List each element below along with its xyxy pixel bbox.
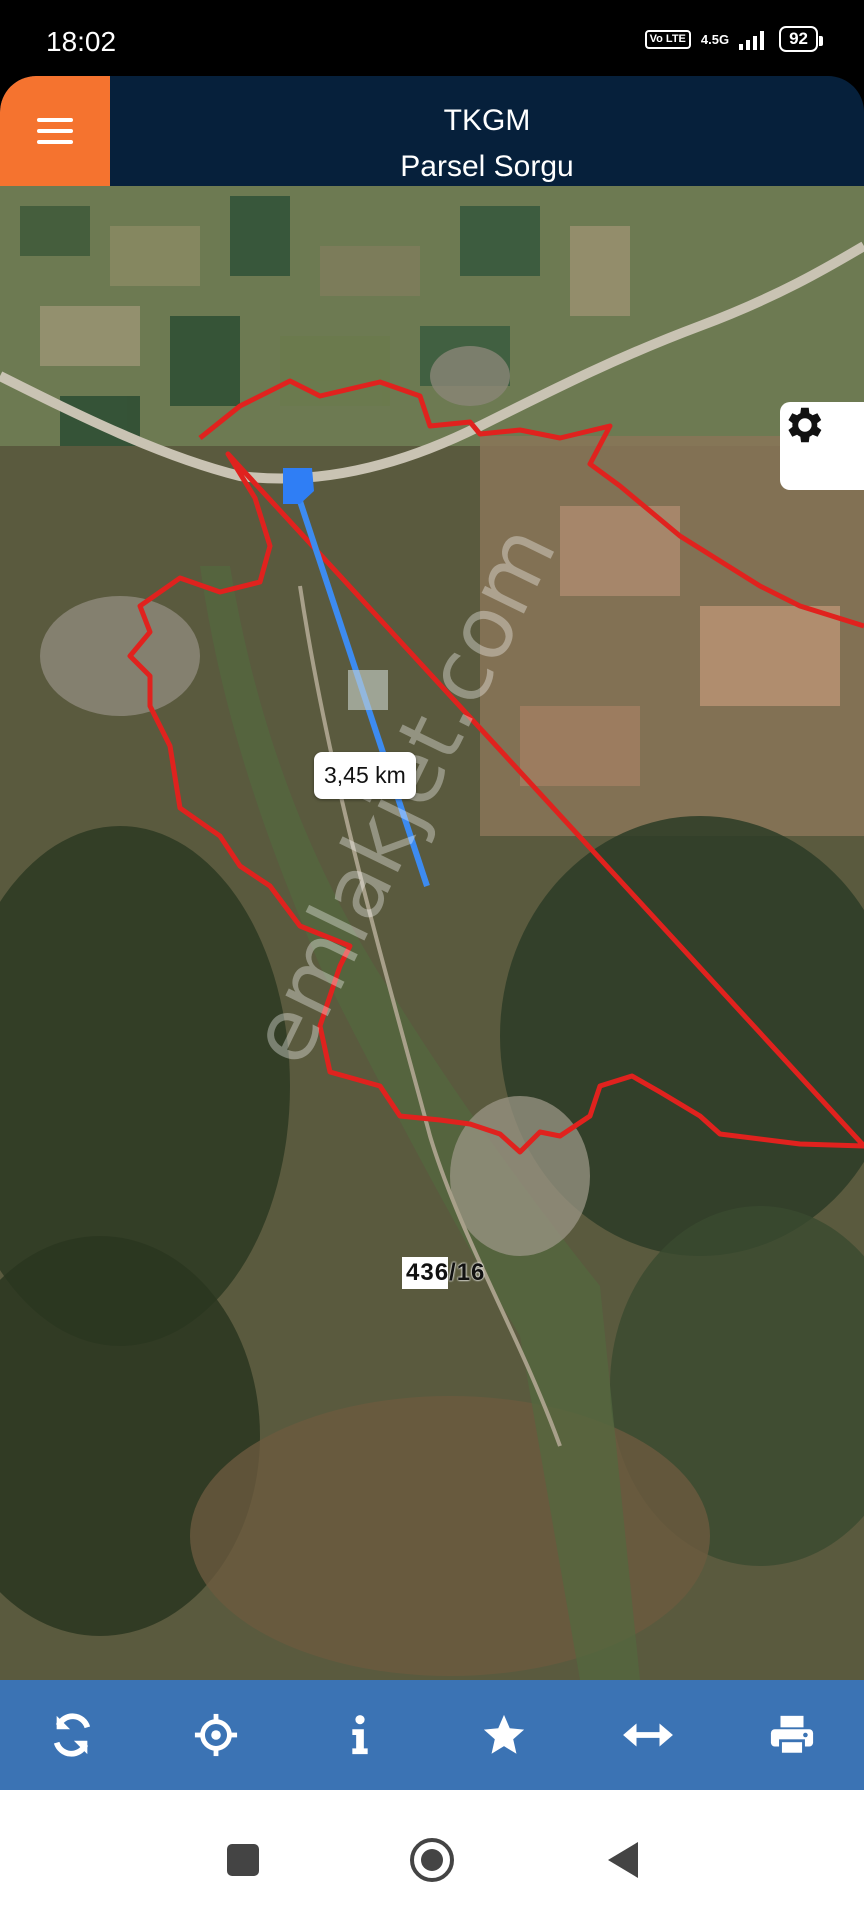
crosshair-icon: [194, 1713, 238, 1757]
status-icons: Vo LTE 4.5G 92: [644, 26, 823, 52]
status-bar: 18:02 Vo LTE 4.5G 92: [0, 0, 864, 80]
app-subtitle: Parsel Sorgu: [400, 150, 574, 183]
printer-icon: [770, 1715, 814, 1756]
volte-icon: Vo LTE: [644, 29, 691, 49]
info-button[interactable]: [320, 1695, 400, 1775]
info-icon: [352, 1715, 368, 1755]
home-button[interactable]: [402, 1830, 462, 1890]
menu-button[interactable]: [0, 76, 110, 186]
hamburger-menu-icon: [37, 111, 73, 151]
square-icon: [227, 1844, 259, 1876]
parcel-label[interactable]: 436/16: [402, 1257, 490, 1289]
refresh-icon: [53, 1713, 91, 1757]
refresh-button[interactable]: [32, 1695, 112, 1775]
favorite-button[interactable]: [464, 1695, 544, 1775]
arrows-horizontal-icon: [623, 1723, 673, 1747]
back-button[interactable]: [592, 1830, 652, 1890]
battery-indicator: 92: [779, 26, 823, 52]
map-canvas[interactable]: [0, 186, 864, 1680]
star-icon: [483, 1714, 525, 1754]
satellite-map[interactable]: emlakjet.com 3,45 km 436/16: [0, 186, 864, 1680]
locate-button[interactable]: [176, 1695, 256, 1775]
status-time: 18:02: [46, 26, 117, 57]
distance-label: 3,45 km: [314, 752, 416, 799]
recents-button[interactable]: [213, 1830, 273, 1890]
circle-icon: [410, 1838, 454, 1882]
bottom-toolbar: [0, 1680, 864, 1790]
app-header: TKGM Parsel Sorgu: [0, 76, 864, 186]
print-button[interactable]: [752, 1695, 832, 1775]
measure-button[interactable]: [608, 1695, 688, 1775]
app-title: TKGM: [443, 104, 531, 137]
back-triangle-icon: [608, 1842, 638, 1878]
gear-icon: [788, 407, 822, 443]
settings-button[interactable]: [780, 402, 864, 490]
network-type: 4.5G: [700, 31, 730, 47]
system-nav-bar: [0, 1790, 864, 1920]
signal-icon: [739, 31, 765, 50]
